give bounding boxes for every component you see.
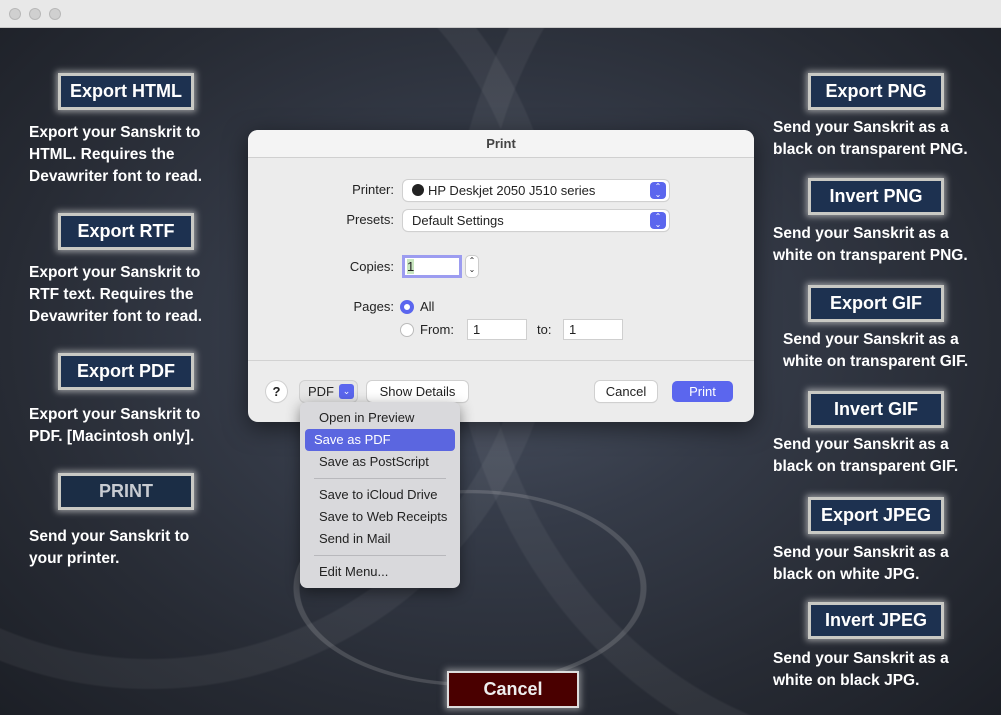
printer-select[interactable]: HP Deskjet 2050 J510 series ⌃ ⌄ — [403, 180, 669, 201]
menu-item-send-in-mail[interactable]: Send in Mail — [305, 528, 455, 550]
export-rtf-button[interactable]: Export RTF — [58, 213, 194, 250]
copies-input[interactable]: 1 — [402, 255, 462, 278]
invert-jpeg-button[interactable]: Invert JPEG — [808, 602, 944, 639]
menu-item-open-in-preview[interactable]: Open in Preview — [305, 407, 455, 429]
description-line: Devawriter font to read. — [29, 308, 203, 325]
description-line: black on white JPG. — [773, 566, 920, 583]
export-jpeg-button[interactable]: Export JPEG — [808, 497, 944, 534]
description-line: Send your Sanskrit as a — [773, 544, 949, 561]
description-line: your printer. — [29, 550, 120, 567]
chevron-down-icon: ⌄ — [339, 384, 354, 399]
close-window-button[interactable] — [9, 8, 21, 20]
description-line: Export your Sanskrit to — [29, 406, 201, 423]
pages-from-label: From: — [420, 322, 454, 337]
divider — [248, 360, 754, 361]
menu-item-save-to-icloud-drive[interactable]: Save to iCloud Drive — [305, 484, 455, 506]
printer-label: Printer: — [352, 182, 394, 197]
description-line: HTML. Requires the — [29, 146, 175, 163]
description-line: RTF text. Requires the — [29, 286, 194, 303]
invert-gif-button[interactable]: Invert GIF — [808, 391, 944, 428]
pdf-menu-button[interactable]: PDF ⌄ — [300, 381, 357, 402]
description-line: Send your Sanskrit as a — [773, 650, 949, 667]
menu-separator — [314, 478, 446, 479]
description-line: Export your Sanskrit to — [29, 124, 201, 141]
presets-label: Presets: — [346, 212, 394, 227]
export-gif-description: Send your Sanskrit as a white on transpar… — [783, 329, 968, 373]
minimize-window-button[interactable] — [29, 8, 41, 20]
description-line: Send your Sanskrit as a — [773, 119, 949, 136]
pdf-menu: Open in Preview Save as PDF Save as PostSc… — [300, 402, 460, 588]
menu-item-edit-menu[interactable]: Edit Menu... — [305, 561, 455, 583]
invert-jpeg-description: Send your Sanskrit as a white on black JP… — [773, 648, 949, 692]
export-pdf-button[interactable]: Export PDF — [58, 353, 194, 390]
description-line: Send your Sanskrit as a — [773, 225, 949, 242]
description-line: Send your Sanskrit to — [29, 528, 190, 545]
export-html-description: Export your Sanskrit to HTML. Requires th… — [29, 122, 202, 188]
pages-from-radio[interactable] — [400, 323, 414, 337]
export-rtf-description: Export your Sanskrit to RTF text. Require… — [29, 262, 202, 328]
printer-value: HP Deskjet 2050 J510 series — [428, 183, 596, 198]
print-description: Send your Sanskrit to your printer. — [29, 526, 189, 570]
export-jpeg-description: Send your Sanskrit as a black on white JP… — [773, 542, 949, 586]
description-line: PDF. [Macintosh only]. — [29, 428, 195, 445]
export-pdf-description: Export your Sanskrit to PDF. [Macintosh o… — [29, 404, 200, 448]
menu-item-save-to-web-receipts[interactable]: Save to Web Receipts — [305, 506, 455, 528]
description-line: white on black JPG. — [773, 672, 920, 689]
from-input[interactable]: 1 — [467, 319, 527, 340]
dialog-cancel-button[interactable]: Cancel — [595, 381, 657, 402]
description-line: Send your Sanskrit as a — [773, 436, 949, 453]
show-details-button[interactable]: Show Details — [367, 381, 468, 402]
copies-stepper[interactable]: ⌃ ⌄ — [466, 256, 478, 277]
export-html-button[interactable]: Export HTML — [58, 73, 194, 110]
help-button[interactable]: ? — [266, 381, 287, 402]
presets-select[interactable]: Default Settings ⌃ ⌄ — [403, 210, 669, 231]
export-png-button[interactable]: Export PNG — [808, 73, 944, 110]
presets-value: Default Settings — [412, 213, 504, 228]
pages-all-radio[interactable] — [400, 300, 414, 314]
description-line: Send your Sanskrit as a — [783, 331, 959, 348]
cancel-button[interactable]: Cancel — [447, 671, 579, 708]
select-arrows-icon: ⌃ ⌄ — [650, 182, 666, 199]
printer-icon — [412, 184, 424, 196]
pages-all-label: All — [420, 299, 435, 314]
description-line: black on transparent GIF. — [773, 458, 959, 475]
description-line: Devawriter font to read. — [29, 168, 203, 185]
description-line: white on transparent GIF. — [783, 353, 969, 370]
print-button[interactable]: Print — [672, 381, 733, 402]
select-arrows-icon: ⌃ ⌄ — [650, 212, 666, 229]
zoom-window-button[interactable] — [49, 8, 61, 20]
description-line: Export your Sanskrit to — [29, 264, 201, 281]
invert-gif-description: Send your Sanskrit as a black on transpar… — [773, 434, 958, 478]
menu-separator — [314, 555, 446, 556]
description-line: black on transparent PNG. — [773, 141, 968, 158]
export-gif-button[interactable]: Export GIF — [808, 285, 944, 322]
invert-png-description: Send your Sanskrit as a white on transpar… — [773, 223, 968, 267]
copies-value: 1 — [407, 259, 415, 274]
invert-png-button[interactable]: Invert PNG — [808, 178, 944, 215]
pages-label: Pages: — [353, 299, 394, 314]
print-button[interactable]: PRINT — [58, 473, 194, 510]
print-dialog: Print Printer: HP Deskjet 2050 J510 seri… — [248, 130, 754, 422]
pages-to-label: to: — [537, 322, 552, 337]
copies-label: Copies: — [349, 259, 394, 274]
pdf-label: PDF — [308, 384, 334, 399]
description-line: white on transparent PNG. — [773, 247, 968, 264]
to-input[interactable]: 1 — [563, 319, 623, 340]
window-titlebar — [0, 0, 1001, 28]
menu-item-save-as-postscript[interactable]: Save as PostScript — [305, 451, 455, 473]
menu-item-save-as-pdf[interactable]: Save as PDF — [305, 429, 455, 451]
export-png-description: Send your Sanskrit as a black on transpar… — [773, 117, 968, 161]
dialog-title: Print — [248, 130, 754, 158]
